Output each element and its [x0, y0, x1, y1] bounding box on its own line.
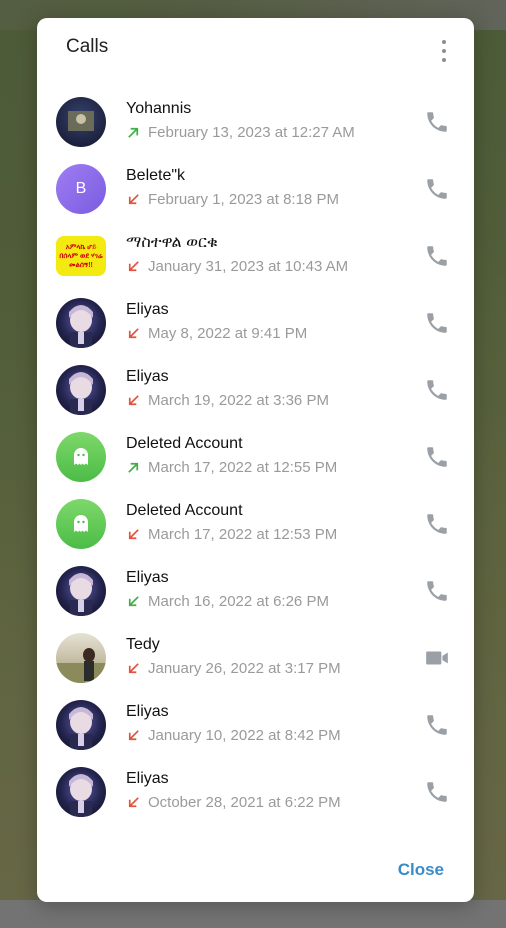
incoming-call-arrow-icon: [126, 594, 141, 609]
video-call-icon[interactable]: [424, 645, 450, 671]
more-options-icon[interactable]: [438, 40, 450, 62]
call-row[interactable]: Tedy January 26, 2022 at 3:17 PM: [37, 630, 474, 697]
contact-name: Eliyas: [126, 569, 169, 586]
call-row[interactable]: Deleted Account March 17, 2022 at 12:53 P…: [37, 496, 474, 563]
contact-name: Eliyas: [126, 301, 169, 318]
avatar[interactable]: [56, 700, 106, 750]
phone-icon[interactable]: [424, 511, 450, 537]
call-date: January 10, 2022 at 8:42 PM: [148, 727, 341, 744]
call-date: March 19, 2022 at 3:36 PM: [148, 392, 329, 409]
phone-icon[interactable]: [424, 176, 450, 202]
call-info: February 1, 2023 at 8:18 PM: [126, 191, 339, 208]
call-info: May 8, 2022 at 9:41 PM: [126, 325, 307, 342]
contact-name: Belete"k: [126, 167, 186, 184]
missed-call-arrow-icon: [126, 259, 141, 274]
dialog-title: Calls: [66, 36, 109, 57]
avatar[interactable]: [56, 97, 106, 147]
missed-call-arrow-icon: [126, 795, 141, 810]
call-row[interactable]: Eliyas May 8, 2022 at 9:41 PM: [37, 295, 474, 362]
contact-name: Eliyas: [126, 770, 169, 787]
call-date: February 1, 2023 at 8:18 PM: [148, 191, 339, 208]
avatar[interactable]: [56, 633, 106, 683]
call-info: March 19, 2022 at 3:36 PM: [126, 392, 329, 409]
phone-icon[interactable]: [424, 310, 450, 336]
missed-call-arrow-icon: [126, 728, 141, 743]
contact-name: Deleted Account: [126, 435, 243, 452]
missed-call-arrow-icon: [126, 393, 141, 408]
call-info: October 28, 2021 at 6:22 PM: [126, 794, 341, 811]
call-row[interactable]: Eliyas March 19, 2022 at 3:36 PM: [37, 362, 474, 429]
close-button[interactable]: Close: [398, 860, 444, 880]
call-row[interactable]: Yohannis February 13, 2023 at 12:27 AM: [37, 94, 474, 161]
call-row[interactable]: B Belete"k February 1, 2023 at 8:18 PM: [37, 161, 474, 228]
missed-call-arrow-icon: [126, 192, 141, 207]
phone-icon[interactable]: [424, 712, 450, 738]
phone-icon[interactable]: [424, 243, 450, 269]
call-info: January 26, 2022 at 3:17 PM: [126, 660, 341, 677]
avatar[interactable]: [56, 767, 106, 817]
phone-icon[interactable]: [424, 578, 450, 604]
contact-name: Deleted Account: [126, 502, 243, 519]
calls-list: Yohannis February 13, 2023 at 12:27 AM B Be…: [37, 94, 474, 831]
avatar[interactable]: [56, 566, 106, 616]
avatar[interactable]: [56, 432, 106, 482]
avatar-sign-text: አምላኬ ሆይ በሰላም ወደ ሃገሬ መልሰኝ!!: [59, 243, 103, 269]
call-date: January 31, 2023 at 10:43 AM: [148, 258, 349, 275]
contact-name: Eliyas: [126, 368, 169, 385]
contact-name: Tedy: [126, 636, 160, 653]
contact-name: Yohannis: [126, 100, 192, 117]
contact-name: Eliyas: [126, 703, 169, 720]
phone-icon[interactable]: [424, 377, 450, 403]
avatar[interactable]: B: [56, 164, 106, 214]
ghost-icon: [74, 448, 88, 465]
ghost-icon: [74, 515, 88, 532]
call-date: January 26, 2022 at 3:17 PM: [148, 660, 341, 677]
contact-name: ማስተዋል ወርቁ: [126, 234, 218, 251]
call-row[interactable]: Deleted Account March 17, 2022 at 12:55 P…: [37, 429, 474, 496]
phone-icon[interactable]: [424, 109, 450, 135]
missed-call-arrow-icon: [126, 661, 141, 676]
call-date: March 17, 2022 at 12:53 PM: [148, 526, 338, 543]
call-info: February 13, 2023 at 12:27 AM: [126, 124, 355, 141]
call-row[interactable]: አምላኬ ሆይ በሰላም ወደ ሃገሬ መልሰኝ!! ማስተዋል ወርቁ Janua…: [37, 228, 474, 295]
call-info: March 16, 2022 at 6:26 PM: [126, 593, 329, 610]
avatar-initial: B: [75, 180, 87, 197]
call-date: March 17, 2022 at 12:55 PM: [148, 459, 338, 476]
calls-dialog: Calls Yohannis February 13, 2023 at 12:27…: [37, 18, 474, 902]
call-row[interactable]: Eliyas October 28, 2021 at 6:22 PM: [37, 764, 474, 831]
call-date: May 8, 2022 at 9:41 PM: [148, 325, 308, 342]
avatar[interactable]: [56, 365, 106, 415]
phone-icon[interactable]: [424, 444, 450, 470]
call-info: January 10, 2022 at 8:42 PM: [126, 727, 341, 744]
phone-icon[interactable]: [424, 779, 450, 805]
call-date: February 13, 2023 at 12:27 AM: [148, 124, 355, 141]
missed-call-arrow-icon: [126, 326, 141, 341]
call-date: October 28, 2021 at 6:22 PM: [148, 794, 341, 811]
avatar[interactable]: [56, 499, 106, 549]
outgoing-call-arrow-icon: [126, 125, 141, 140]
call-date: March 16, 2022 at 6:26 PM: [148, 593, 329, 610]
call-info: January 31, 2023 at 10:43 AM: [126, 258, 348, 275]
missed-call-arrow-icon: [126, 527, 141, 542]
avatar[interactable]: አምላኬ ሆይ በሰላም ወደ ሃገሬ መልሰኝ!!: [56, 236, 106, 276]
call-info: March 17, 2022 at 12:53 PM: [126, 526, 337, 543]
call-row[interactable]: Eliyas January 10, 2022 at 8:42 PM: [37, 697, 474, 764]
call-row[interactable]: Eliyas March 16, 2022 at 6:26 PM: [37, 563, 474, 630]
avatar[interactable]: [56, 298, 106, 348]
outgoing-call-arrow-icon: [126, 460, 141, 475]
call-info: March 17, 2022 at 12:55 PM: [126, 459, 337, 476]
